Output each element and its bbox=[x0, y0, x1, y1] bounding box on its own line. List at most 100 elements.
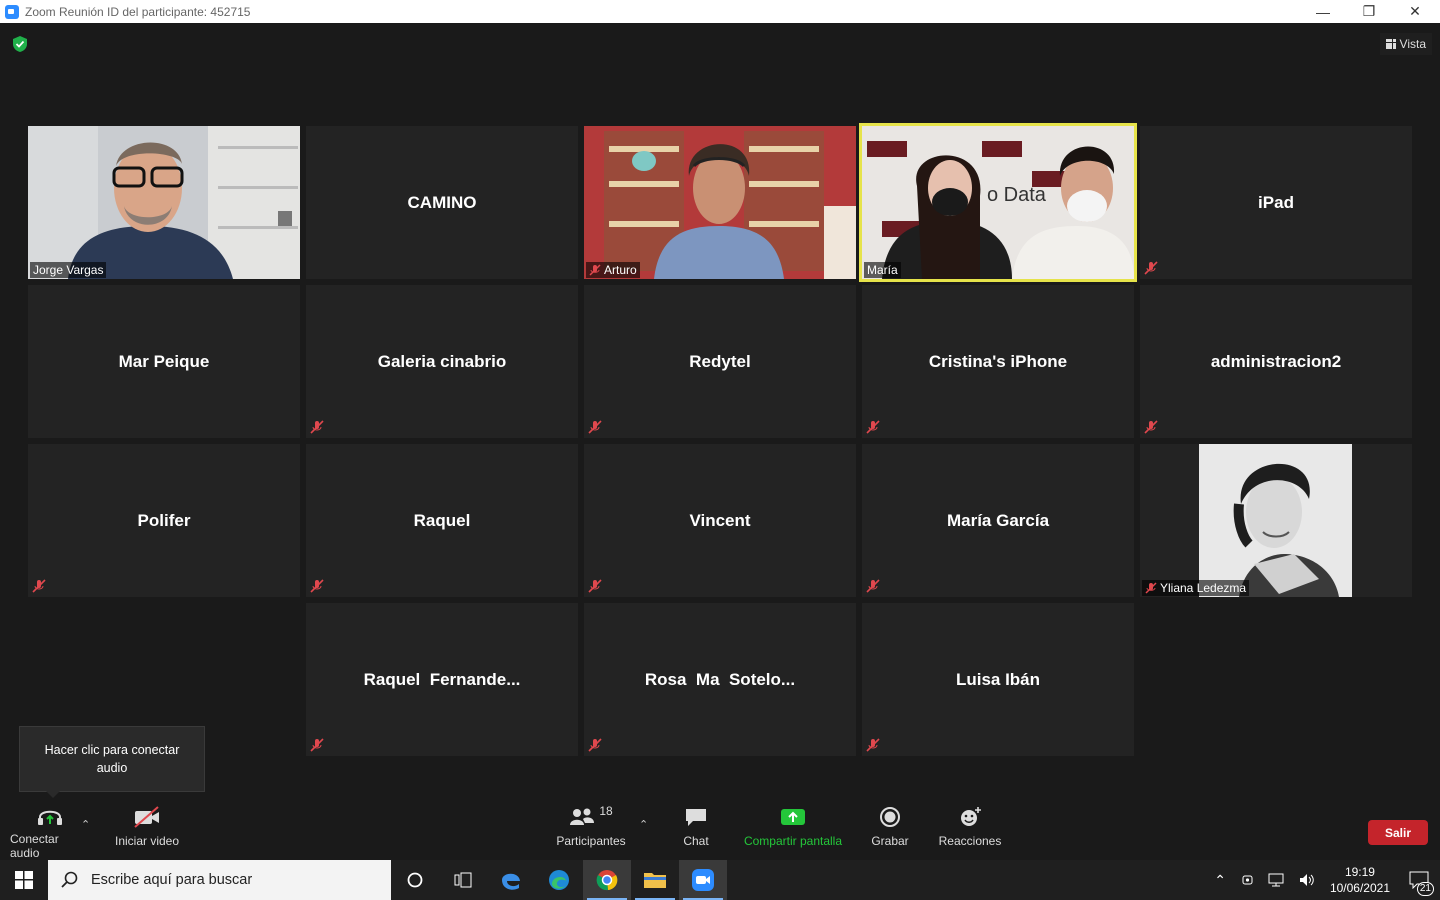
windows-logo-icon bbox=[15, 871, 33, 889]
muted-mic-icon bbox=[588, 738, 602, 752]
meet-now-icon[interactable] bbox=[1240, 872, 1256, 888]
share-screen-button[interactable]: Compartir pantalla bbox=[742, 800, 844, 860]
connect-audio-button[interactable]: Conectar audio bbox=[10, 800, 90, 860]
chrome-icon bbox=[596, 870, 618, 891]
reactions-button[interactable]: Reacciones bbox=[938, 800, 1002, 860]
notification-count-badge: 21 bbox=[1416, 882, 1434, 896]
search-icon bbox=[61, 871, 78, 888]
cortana-button[interactable] bbox=[391, 860, 439, 900]
participant-tile[interactable]: Polifer bbox=[28, 444, 300, 597]
participant-tile[interactable]: Galeria cinabrio bbox=[306, 285, 578, 438]
windows-taskbar: Escribe aquí para buscar ⌃ 19:19 10/06/2… bbox=[0, 860, 1440, 900]
file-explorer-app[interactable] bbox=[631, 860, 679, 900]
participant-name: Vincent bbox=[689, 510, 751, 530]
reactions-icon bbox=[961, 807, 981, 826]
view-button-label: Vista bbox=[1399, 37, 1426, 51]
zoom-icon bbox=[692, 869, 714, 891]
chat-button[interactable]: Chat bbox=[676, 800, 716, 860]
muted-mic-icon bbox=[866, 738, 880, 752]
muted-mic-icon bbox=[310, 420, 324, 434]
participant-name: Redytel bbox=[689, 351, 751, 371]
participant-tile[interactable]: Rosa Ma Sotelo... bbox=[584, 603, 856, 756]
connect-audio-tooltip: Hacer clic para conectar audio bbox=[19, 726, 205, 798]
audio-options-caret-icon[interactable]: ⌃ bbox=[81, 818, 90, 831]
close-button[interactable]: ✕ bbox=[1392, 0, 1438, 23]
window-titlebar: Zoom Reunión ID del participante: 452715… bbox=[0, 0, 1440, 23]
participant-name: María García bbox=[946, 510, 1050, 530]
record-button[interactable]: Grabar bbox=[867, 800, 913, 860]
participants-count: 18 bbox=[599, 804, 613, 818]
participant-name: iPad bbox=[1258, 192, 1294, 212]
share-screen-icon bbox=[781, 809, 805, 825]
internet-explorer-icon bbox=[502, 873, 520, 890]
muted-mic-icon bbox=[588, 420, 602, 434]
taskbar-clock[interactable]: 19:19 10/06/2021 bbox=[1322, 864, 1398, 896]
participant-name: María bbox=[867, 263, 898, 277]
participant-tile[interactable]: Raquel Fernande... bbox=[306, 603, 578, 756]
participant-tile[interactable]: Mar Peique bbox=[28, 285, 300, 438]
encryption-shield-icon[interactable] bbox=[12, 35, 28, 53]
start-button[interactable] bbox=[0, 860, 48, 900]
connect-audio-label: Conectar audio bbox=[10, 832, 59, 860]
muted-mic-icon bbox=[32, 579, 46, 593]
reactions-label: Reacciones bbox=[938, 834, 1002, 848]
participant-tile[interactable]: Jorge Vargas bbox=[28, 126, 300, 279]
chat-icon bbox=[686, 809, 706, 826]
participant-video bbox=[28, 126, 300, 279]
participant-tile[interactable]: Arturo bbox=[584, 126, 856, 279]
participant-name: Cristina's iPhone bbox=[928, 351, 1068, 371]
task-view-button[interactable] bbox=[439, 860, 487, 900]
edge-legacy-app[interactable] bbox=[487, 860, 535, 900]
meeting-area: Vista Jorge Vargas CAMINO Arturo o Data … bbox=[0, 23, 1440, 800]
show-hidden-icons-caret-icon[interactable]: ⌃ bbox=[1206, 872, 1234, 889]
svg-text:o Data: o Data bbox=[987, 184, 1047, 206]
participant-tile[interactable]: iPad bbox=[1140, 126, 1412, 279]
muted-mic-icon bbox=[588, 579, 602, 593]
participant-tile[interactable]: Yliana Ledezma bbox=[1140, 444, 1412, 597]
participant-name: Mar Peique bbox=[118, 351, 210, 371]
minimize-button[interactable]: — bbox=[1300, 0, 1346, 23]
participant-name-label: María bbox=[864, 262, 901, 278]
tooltip-text: Hacer clic para conectar audio bbox=[44, 743, 180, 775]
taskbar-search-box[interactable]: Escribe aquí para buscar bbox=[48, 860, 391, 900]
start-video-button[interactable]: Iniciar video bbox=[112, 800, 182, 860]
participant-tile[interactable]: Raquel bbox=[306, 444, 578, 597]
participant-name: Yliana Ledezma bbox=[1160, 581, 1247, 595]
chat-label: Chat bbox=[683, 834, 709, 848]
participant-name-label: Arturo bbox=[586, 262, 640, 278]
participant-tile-active-speaker[interactable]: o Data María bbox=[859, 123, 1137, 282]
participant-tile[interactable]: CAMINO bbox=[306, 126, 578, 279]
participants-options-caret-icon[interactable]: ⌃ bbox=[639, 818, 648, 831]
chrome-app[interactable] bbox=[583, 860, 631, 900]
notifications-button[interactable]: 21 bbox=[1398, 860, 1440, 900]
participant-name: Rosa Ma Sotelo... bbox=[644, 669, 796, 689]
participant-name-label: Yliana Ledezma bbox=[1142, 580, 1250, 596]
restore-button[interactable]: ❐ bbox=[1346, 0, 1392, 23]
meeting-toolbar: Conectar audio ⌃ Iniciar video 18 Partic… bbox=[0, 800, 1440, 860]
clock-date: 10/06/2021 bbox=[1329, 881, 1390, 895]
participant-tile[interactable]: Vincent bbox=[584, 444, 856, 597]
participant-name: Raquel bbox=[413, 510, 471, 530]
zoom-app[interactable] bbox=[679, 860, 727, 900]
leave-button[interactable]: Salir bbox=[1368, 820, 1428, 845]
edge-app[interactable] bbox=[535, 860, 583, 900]
participants-button[interactable]: 18 Participantes bbox=[555, 800, 627, 860]
volume-icon[interactable] bbox=[1298, 872, 1316, 888]
muted-mic-icon bbox=[866, 420, 880, 434]
participant-tile[interactable]: Redytel bbox=[584, 285, 856, 438]
participant-tile[interactable]: Luisa Ibán bbox=[862, 603, 1134, 756]
start-video-label: Iniciar video bbox=[114, 834, 180, 848]
edge-icon bbox=[549, 870, 569, 890]
view-button[interactable]: Vista bbox=[1379, 33, 1432, 55]
participant-name: CAMINO bbox=[407, 192, 477, 212]
participant-video: o Data bbox=[862, 126, 1134, 279]
muted-mic-icon bbox=[589, 264, 601, 276]
share-screen-label: Compartir pantalla bbox=[743, 834, 843, 848]
participant-tile[interactable]: María García bbox=[862, 444, 1134, 597]
network-icon[interactable] bbox=[1268, 872, 1286, 888]
participant-tile[interactable]: administracion2 bbox=[1140, 285, 1412, 438]
participants-label: Participantes bbox=[556, 834, 626, 848]
participant-name-label: Jorge Vargas bbox=[30, 262, 107, 278]
participant-tile[interactable]: Cristina's iPhone bbox=[862, 285, 1134, 438]
participant-name: Luisa Ibán bbox=[955, 669, 1041, 689]
